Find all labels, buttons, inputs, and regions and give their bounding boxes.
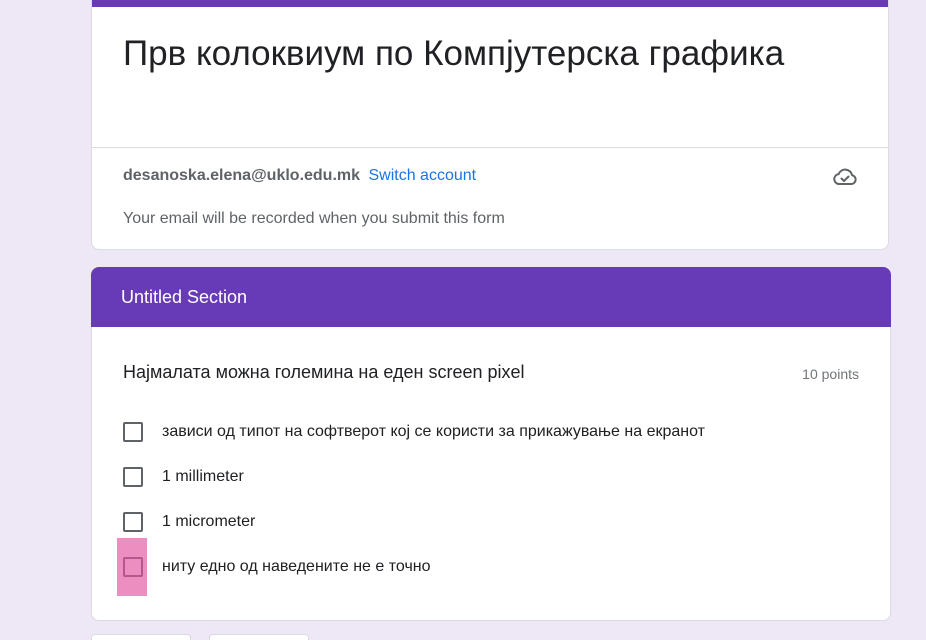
question-card: Најмалата можна големина на еден screen … bbox=[91, 327, 891, 621]
next-button[interactable] bbox=[209, 634, 309, 640]
checkbox[interactable] bbox=[123, 512, 143, 532]
back-button[interactable] bbox=[91, 634, 191, 640]
header-accent-bar bbox=[92, 0, 888, 7]
section-title: Untitled Section bbox=[121, 287, 248, 307]
email-record-notice: Your email will be recorded when you sub… bbox=[123, 210, 505, 227]
option-label: зависи од типот на софтверот кој се кори… bbox=[162, 423, 705, 440]
checkbox[interactable] bbox=[123, 422, 143, 442]
switch-account-link[interactable]: Switch account bbox=[368, 167, 476, 184]
option-item[interactable]: ниту едно од наведените не е точно bbox=[123, 555, 431, 579]
question-points: 10 points bbox=[802, 366, 859, 382]
option-label: 1 millimeter bbox=[162, 468, 244, 485]
option-item[interactable]: 1 micrometer bbox=[123, 510, 255, 534]
checkbox[interactable] bbox=[123, 557, 143, 577]
question-title: Најмалата можна големина на еден screen … bbox=[123, 362, 525, 382]
account-row: desanoska.elena@uklo.edu.mk Switch accou… bbox=[123, 166, 476, 186]
form-header-card: Прв колоквиум по Компјутерска графика de… bbox=[91, 0, 889, 250]
option-label: ниту едно од наведените не е точно bbox=[162, 558, 431, 575]
account-email: desanoska.elena@uklo.edu.mk bbox=[123, 167, 361, 184]
header-divider bbox=[92, 147, 888, 148]
form-title: Прв колоквиум по Компјутерска графика bbox=[123, 34, 785, 73]
cloud-saved-icon[interactable] bbox=[832, 166, 858, 188]
section-header: Untitled Section bbox=[91, 267, 891, 327]
option-item[interactable]: 1 millimeter bbox=[123, 465, 244, 489]
option-item[interactable]: зависи од типот на софтверот кој се кори… bbox=[123, 420, 705, 444]
form-page: Прв колоквиум по Компјутерска графика de… bbox=[0, 0, 926, 640]
option-label: 1 micrometer bbox=[162, 513, 256, 530]
checkbox[interactable] bbox=[123, 467, 143, 487]
